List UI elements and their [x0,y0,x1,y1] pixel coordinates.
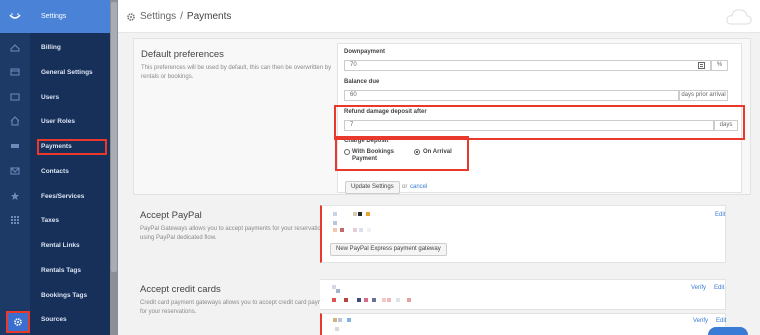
credit-card-edit-link[interactable]: Edit [714,285,724,291]
redacted-logo-pixel [333,221,337,225]
redacted-logo-pixel [387,298,391,302]
redacted-logo-pixel [338,318,342,322]
paypal-gateway-row: Edit New PayPal Express payment gateway [320,205,726,263]
credit-card-verify-link-2[interactable]: Verify [693,318,708,324]
default-preferences-description: This preferences will be used by default… [141,65,332,80]
nav-item-fees-services[interactable]: Fees/Services [41,193,84,200]
settings-gear-icon[interactable] [6,311,30,333]
credit-card-edit-link-2[interactable]: Edit [716,318,726,324]
redacted-logo-pixel [382,298,386,302]
redacted-logo-pixel [353,212,357,216]
refund-deposit-highlight [334,105,745,140]
help-chat-button[interactable] [708,327,748,335]
app-logo[interactable] [0,0,30,33]
credit-card-verify-link[interactable]: Verify [691,285,706,291]
star-rail-icon[interactable] [0,189,30,203]
balance-due-label: Balance due [344,79,380,85]
nav-scrollbar-thumb[interactable] [111,2,117,272]
downpayment-unit: % [711,60,728,71]
redacted-logo-pixel [353,228,357,232]
redacted-logo-pixel [347,318,351,322]
nav-item-rentals-tags[interactable]: Rentals Tags [41,267,81,274]
redacted-logo-pixel [332,298,336,302]
redacted-logo-pixel [344,298,348,302]
grid-rail-icon[interactable] [0,213,30,227]
nav-item-users[interactable]: Users [41,94,59,101]
credit-card-gateway-row-1: Verify Edit [320,279,726,310]
balance-due-input[interactable]: 60 [344,90,679,101]
page-header: Settings / Payments [118,0,760,33]
nav-scrollbar[interactable] [110,0,118,335]
redacted-logo-pixel [358,212,362,216]
redacted-logo-pixel [366,212,370,216]
credit-card-gateway-row-2: Verify Edit [320,313,726,335]
nav-item-user-roles[interactable]: User Roles [41,118,75,125]
redacted-logo-pixel [333,318,337,322]
redacted-logo-pixel [340,228,344,232]
main-content: Default preferences This preferences wil… [118,33,760,335]
redacted-logo-pixel [407,298,411,302]
balance-due-unit: days prior arrival [679,90,728,101]
user-avatar-cloud-icon[interactable] [724,4,754,30]
downpayment-label: Downpayment [344,49,386,55]
breadcrumb-current: Payments [186,11,232,22]
nav-item-sources[interactable]: Sources [41,316,67,323]
redacted-logo-pixel [364,298,368,302]
nav-item-rental-links[interactable]: Rental Links [41,242,80,249]
icon-rail [0,0,30,335]
nav-item-general-settings[interactable]: General Settings [41,69,93,76]
redacted-logo-pixel [335,327,339,331]
users-rail-icon[interactable] [0,90,30,104]
charge-deposit-highlight [335,136,469,171]
redacted-logo-pixel [396,298,400,302]
paypal-title: Accept PayPal [140,210,202,221]
new-paypal-gateway-button[interactable]: New PayPal Express payment gateway [330,243,447,256]
breadcrumb: Settings / Payments [126,11,231,22]
home-rail-icon[interactable] [0,114,30,128]
downpayment-input[interactable]: 70 [344,60,711,71]
smile-logo-icon [9,12,21,19]
billing-rail-icon[interactable] [0,41,30,55]
nav-title: Settings [30,0,110,33]
redacted-logo-pixel [372,298,376,302]
nav-item-payments[interactable]: Payments [41,143,72,150]
cancel-link[interactable]: cancel [410,184,427,190]
breadcrumb-root[interactable]: Settings [140,11,176,22]
paypal-description: PayPal Gateways allows you to accept pay… [140,226,328,241]
credit-cards-title: Accept credit cards [140,284,221,295]
redacted-logo-pixel [357,298,361,302]
redacted-logo-pixel [367,228,371,232]
or-text: or [402,184,408,190]
settings-gear-icon [127,12,135,21]
calculator-icon[interactable] [698,62,705,69]
default-preferences-title: Default preferences [141,49,224,60]
redacted-logo-pixel [333,228,337,232]
credit-cards-description: Credit card payment gateways allows you … [140,300,335,315]
paypal-edit-link[interactable]: Edit [715,212,725,218]
redacted-logo-pixel [336,289,340,293]
nav-item-billing[interactable]: Billing [41,44,61,51]
settings-nav: Settings Billing General Settings Users … [30,0,110,335]
general-settings-rail-icon[interactable] [0,65,30,79]
card-rail-icon[interactable] [0,139,30,153]
nav-item-contacts[interactable]: Contacts [41,168,69,175]
redacted-logo-pixel [333,212,337,216]
mail-rail-icon[interactable] [0,164,30,178]
redacted-logo-pixel [359,228,363,232]
update-settings-button[interactable]: Update Settings [345,181,400,194]
nav-item-bookings-tags[interactable]: Bookings Tags [41,292,87,299]
breadcrumb-separator: / [180,11,183,22]
nav-item-taxes[interactable]: Taxes [41,217,59,224]
